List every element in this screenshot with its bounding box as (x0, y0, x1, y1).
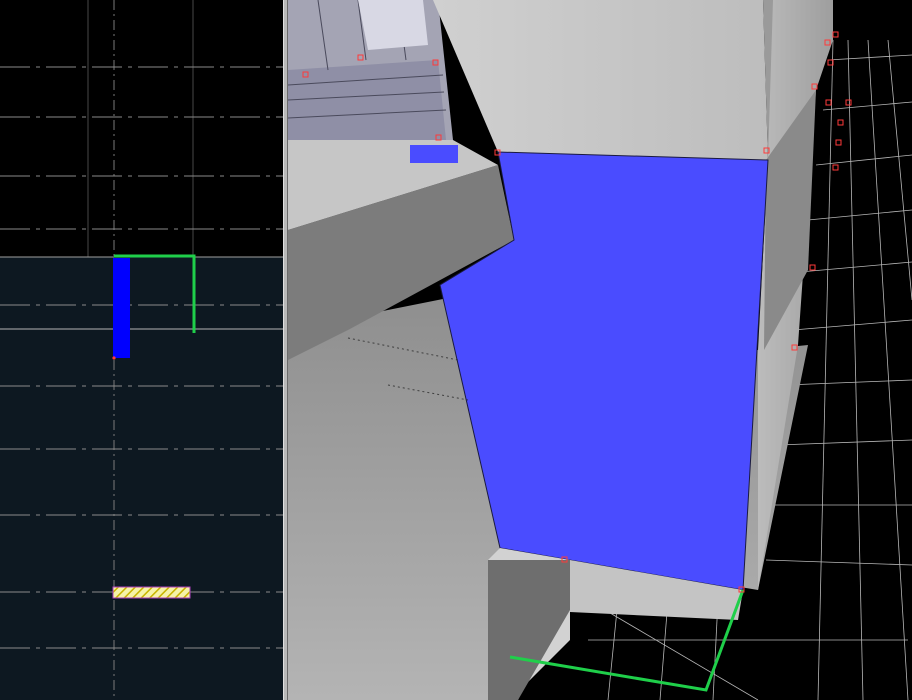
entity-hatched[interactable] (112, 586, 191, 599)
distant-roof (288, 60, 446, 140)
map-area (0, 257, 283, 700)
viewport-2d-top[interactable] (0, 0, 283, 700)
brush-vertex[interactable] (112, 356, 116, 360)
scene-canvas[interactable] (288, 0, 912, 700)
distant-pillar (358, 0, 428, 50)
brush-blue[interactable] (113, 258, 130, 358)
grid-canvas[interactable] (0, 0, 283, 700)
viewport-3d-camera[interactable] (288, 0, 912, 700)
small-blue-face[interactable] (410, 145, 458, 163)
